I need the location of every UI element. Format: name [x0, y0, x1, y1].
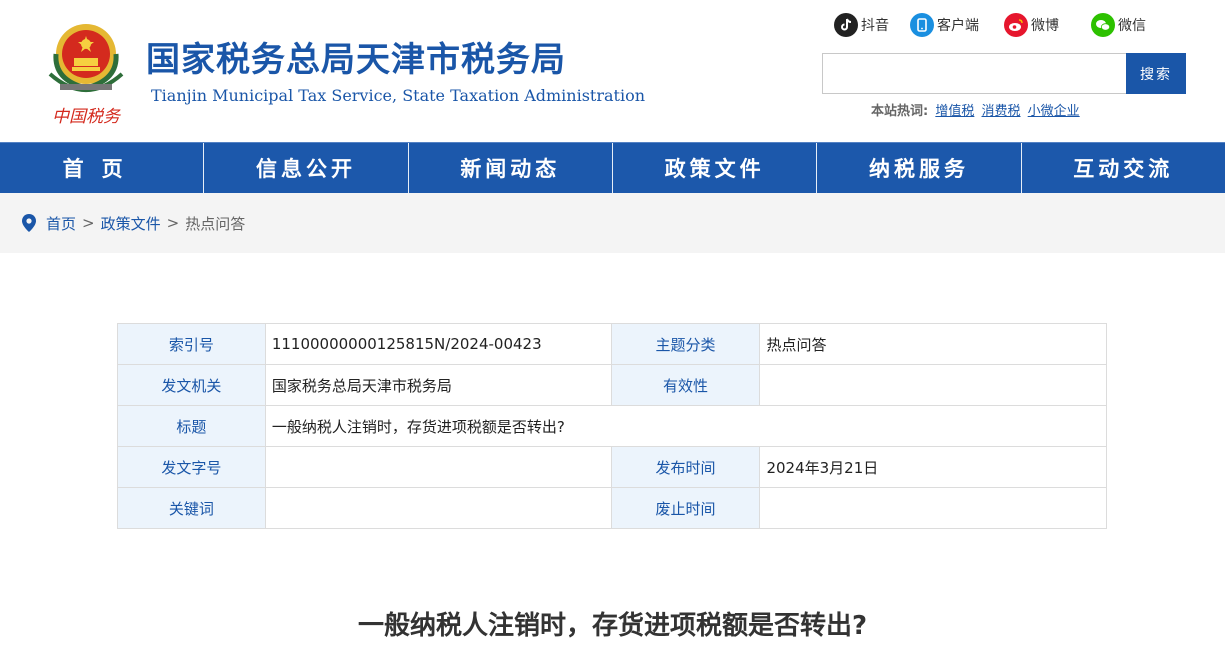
breadcrumb-current: 热点问答	[185, 214, 246, 233]
hot-link-consumption-tax[interactable]: 消费税	[982, 104, 1021, 119]
index-label: 索引号	[117, 323, 266, 365]
validity-label: 有效性	[610, 364, 761, 406]
topic-label: 主题分类	[610, 323, 761, 365]
douyin-link[interactable]: 抖音	[834, 12, 889, 38]
expire-value	[759, 487, 1107, 529]
breadcrumb: 首页 > 政策文件 > 热点问答	[0, 193, 1225, 253]
search-input[interactable]	[822, 53, 1126, 94]
hot-keywords: 本站热词: 增值税 消费税 小微企业	[871, 100, 1080, 119]
nav-news[interactable]: 新闻动态	[409, 143, 613, 193]
douyin-icon	[834, 13, 858, 37]
app-link[interactable]: 客户端	[910, 12, 979, 38]
wechat-label: 微信	[1118, 18, 1146, 34]
expire-label: 废止时间	[610, 487, 761, 529]
site-header: 中国税务 国家税务总局天津市税务局 Tianjin Municipal Tax …	[0, 0, 1225, 142]
weibo-link[interactable]: 微博	[1004, 12, 1059, 38]
title-value: 一般纳税人注销时，存货进项税额是否转出?	[264, 405, 1108, 447]
nav-interaction[interactable]: 互动交流	[1022, 143, 1225, 193]
table-row: 关键词 废止时间	[117, 487, 1107, 529]
hot-link-vat[interactable]: 增值税	[935, 104, 974, 119]
wechat-link[interactable]: 微信	[1091, 12, 1146, 38]
title-label: 标题	[117, 405, 266, 447]
article-title: 一般纳税人注销时，存货进项税额是否转出?	[357, 611, 868, 641]
douyin-label: 抖音	[861, 18, 889, 34]
nav-tax-service[interactable]: 纳税服务	[817, 143, 1022, 193]
table-row: 索引号 11100000000125815N/2024-00423 主题分类 热…	[117, 323, 1107, 365]
issuer-label: 发文机关	[117, 364, 266, 406]
nav-info-disclosure[interactable]: 信息公开	[204, 143, 409, 193]
pubdate-value: 2024年3月21日	[759, 446, 1107, 488]
docno-label: 发文字号	[117, 446, 266, 488]
breadcrumb-separator: >	[82, 214, 95, 232]
weibo-icon	[1004, 13, 1028, 37]
app-label: 客户端	[937, 18, 979, 34]
table-row: 发文字号 发布时间 2024年3月21日	[117, 446, 1107, 488]
main-nav: 首页 信息公开 新闻动态 政策文件 纳税服务 互动交流	[0, 142, 1225, 193]
issuer-value: 国家税务总局天津市税务局	[264, 364, 612, 406]
site-subtitle: Tianjin Municipal Tax Service, State Tax…	[151, 86, 646, 105]
hot-link-small-business[interactable]: 小微企业	[1028, 104, 1080, 119]
validity-value	[759, 364, 1107, 406]
index-value: 11100000000125815N/2024-00423	[264, 323, 612, 365]
docno-value	[264, 446, 612, 488]
mobile-app-icon	[910, 13, 934, 37]
location-pin-icon	[22, 214, 36, 232]
site-title[interactable]: 国家税务总局天津市税务局	[146, 32, 566, 81]
topic-value: 热点问答	[759, 323, 1107, 365]
main-content: 索引号 11100000000125815N/2024-00423 主题分类 热…	[0, 253, 1225, 651]
breadcrumb-separator: >	[166, 214, 180, 232]
logo-text: 中国税务	[52, 107, 122, 127]
nav-policy[interactable]: 政策文件	[613, 143, 818, 193]
search-button[interactable]: 搜索	[1126, 53, 1186, 94]
breadcrumb-home[interactable]: 首页	[46, 213, 76, 234]
nav-home[interactable]: 首页	[0, 143, 205, 193]
keywords-value	[264, 487, 612, 529]
pubdate-label: 发布时间	[610, 446, 761, 488]
document-info-table: 索引号 11100000000125815N/2024-00423 主题分类 热…	[117, 323, 1108, 529]
tax-emblem-logo[interactable]: 中国税务	[40, 14, 132, 132]
keywords-label: 关键词	[117, 487, 266, 529]
table-row: 标题 一般纳税人注销时，存货进项税额是否转出?	[117, 405, 1108, 447]
hot-keywords-label: 本站热词:	[871, 104, 929, 119]
breadcrumb-policy[interactable]: 政策文件	[101, 213, 161, 234]
weibo-label: 微博	[1031, 18, 1059, 34]
wechat-icon	[1091, 13, 1115, 37]
table-row: 发文机关 国家税务总局天津市税务局 有效性	[117, 364, 1107, 406]
